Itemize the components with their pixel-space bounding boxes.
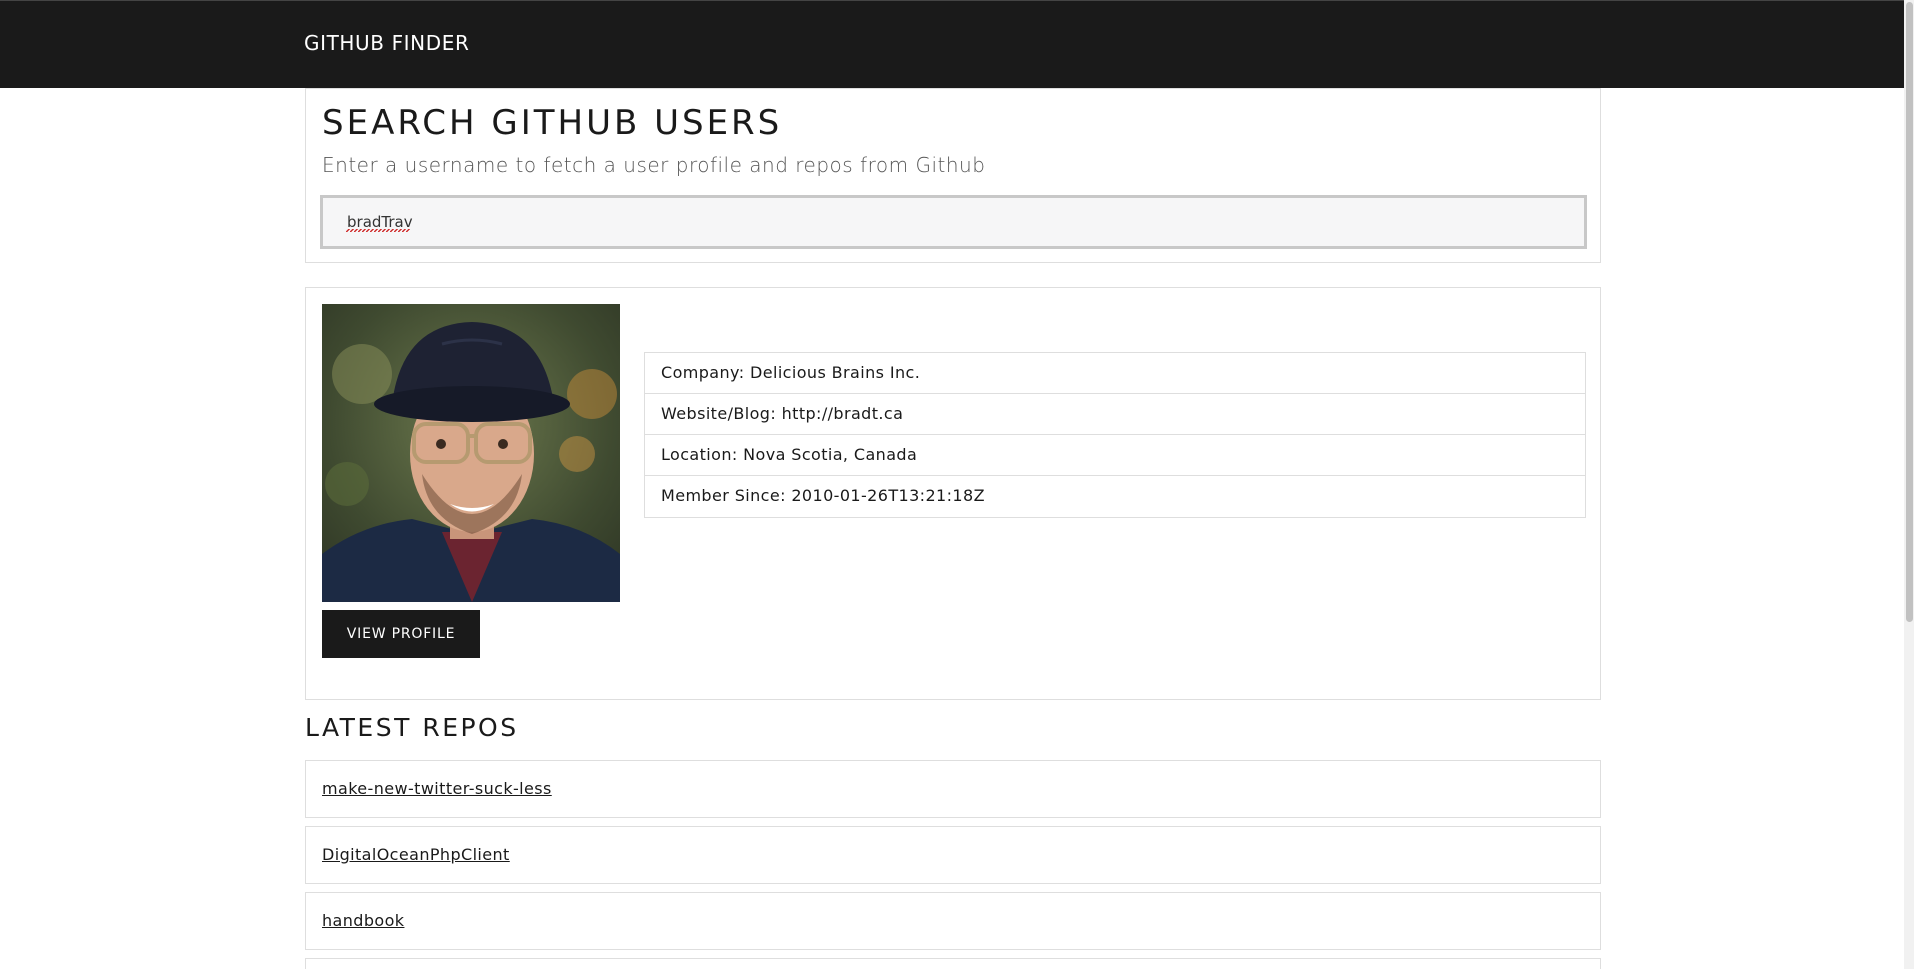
view-profile-button[interactable]: VIEW PROFILE (322, 610, 480, 658)
scrollbar-thumb[interactable] (1906, 2, 1913, 622)
user-avatar (322, 304, 620, 602)
avatar-illustration (322, 304, 620, 602)
search-card: SEARCH GITHUB USERS Enter a username to … (305, 88, 1601, 263)
brand-link[interactable]: GITHUB FINDER (304, 31, 469, 55)
repo-link[interactable]: handbook (322, 911, 404, 930)
profile-details-list: Company: Delicious Brains Inc. Website/B… (644, 352, 1586, 518)
detail-member-since: Member Since: 2010-01-26T13:21:18Z (661, 486, 985, 505)
repo-card: handbook (305, 892, 1601, 950)
detail-company: Company: Delicious Brains Inc. (645, 353, 1585, 394)
detail-website: Website/Blog: http://bradt.ca (645, 394, 1585, 435)
repo-card: DigitalOceanPhpClient (305, 826, 1601, 884)
search-title: SEARCH GITHUB USERS (322, 103, 783, 143)
repo-link[interactable]: make-new-twitter-suck-less (322, 779, 552, 798)
repo-link[interactable]: DigitalOceanPhpClient (322, 845, 510, 864)
repo-card: make-new-twitter-suck-less (305, 760, 1601, 818)
scrollbar[interactable] (1904, 0, 1914, 969)
profile-card: VIEW PROFILE Company: Delicious Brains I… (305, 287, 1601, 700)
search-lead: Enter a username to fetch a user profile… (322, 153, 986, 177)
repo-card-partial (305, 958, 1601, 969)
latest-repos-heading: LATEST REPOS (305, 713, 519, 742)
search-input[interactable] (320, 195, 1587, 249)
detail-location: Location: Nova Scotia, Canada (645, 435, 1585, 476)
navbar: GITHUB FINDER (0, 0, 1904, 88)
